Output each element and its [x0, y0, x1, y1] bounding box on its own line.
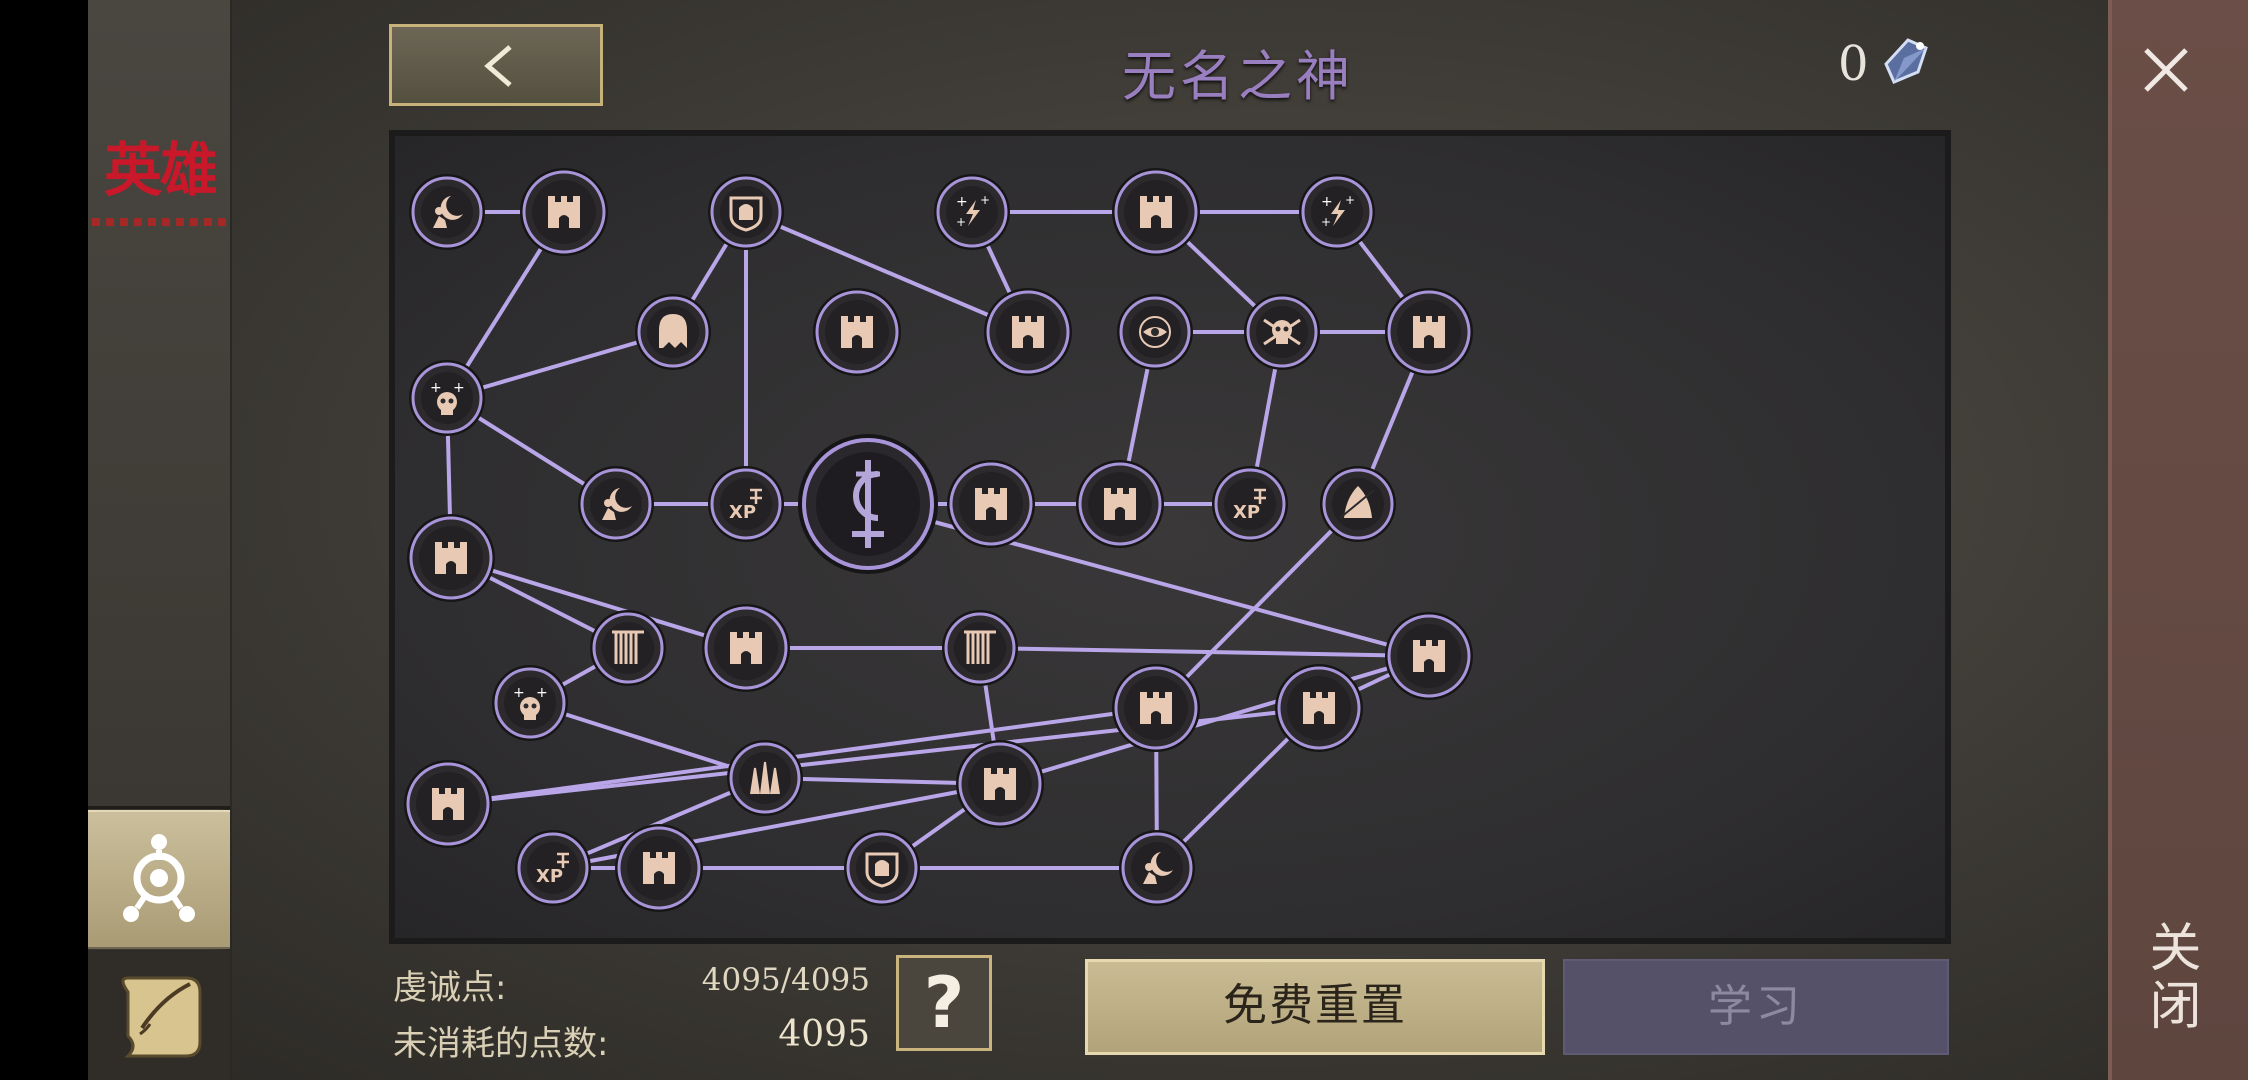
talent-node-rain-curtain-icon[interactable] — [590, 610, 666, 686]
talent-tree-board: + + + + + + + + XP XP + + XP — [389, 130, 1951, 944]
talent-node-moon-figure-icon[interactable] — [409, 174, 485, 250]
talent-node-claw-icon[interactable] — [727, 740, 803, 816]
left-sidebar: 英雄 — [88, 0, 232, 1080]
talent-node-castle-icon[interactable] — [404, 760, 492, 848]
back-button[interactable] — [389, 24, 603, 106]
hero-logo-subtext — [92, 218, 226, 226]
chevron-left-icon — [484, 45, 512, 87]
tree-link — [979, 646, 1430, 658]
talent-node-ghost-icon[interactable] — [635, 294, 711, 370]
talent-node-castle-icon[interactable] — [1076, 460, 1164, 548]
svg-text:+: + — [1321, 215, 1331, 229]
svg-text:+: + — [1321, 194, 1333, 210]
game-screen: 英雄 无名之神 0 + + + + + + + + XP XP + + XP 关… — [88, 0, 2248, 1080]
svg-text:+: + — [1345, 193, 1355, 207]
talent-node-castle-icon[interactable] — [984, 288, 1072, 376]
talent-node-moon-figure-icon[interactable] — [1119, 830, 1195, 906]
talent-node-castle-icon[interactable] — [1385, 612, 1473, 700]
talent-node-castle-icon[interactable] — [813, 288, 901, 376]
talent-node-eye-target-icon[interactable] — [1117, 294, 1193, 370]
talent-node-xp-icon[interactable]: XP — [1212, 466, 1288, 542]
crystal-gem-icon — [1884, 38, 1928, 84]
talent-node-hooded-reaper-icon[interactable] — [1320, 466, 1396, 542]
svg-text:+: + — [536, 685, 548, 701]
deity-symbol-icon[interactable] — [798, 434, 938, 574]
piety-value: 4095/4095 — [701, 962, 870, 998]
hero-logo: 英雄 — [103, 136, 218, 204]
help-button[interactable]: ? — [896, 955, 992, 1051]
talent-node-lightning-stars-icon[interactable]: + + + — [934, 174, 1010, 250]
talent-node-castle-icon[interactable] — [1112, 664, 1200, 752]
svg-text:+: + — [453, 380, 465, 396]
talent-node-moon-figure-icon[interactable] — [578, 466, 654, 542]
talent-node-castle-icon[interactable] — [407, 514, 495, 602]
svg-text:+: + — [980, 193, 990, 207]
svg-text:+: + — [430, 380, 442, 396]
unspent-points-label: 未消耗的点数: — [393, 1024, 609, 1064]
talent-node-skull-crossbones-icon[interactable] — [1244, 294, 1320, 370]
talent-node-castle-icon[interactable] — [1112, 168, 1200, 256]
gem-count: 0 — [1838, 36, 1869, 92]
free-reset-button[interactable]: 免费重置 — [1085, 959, 1545, 1055]
talent-node-gate-shield-icon[interactable] — [708, 174, 784, 250]
talent-node-castle-icon[interactable] — [956, 740, 1044, 828]
talent-node-gate-shield-icon[interactable] — [844, 830, 920, 906]
talent-node-castle-icon[interactable] — [1275, 664, 1363, 752]
talent-node-castle-icon[interactable] — [615, 824, 703, 912]
talent-node-skull-plus-icon[interactable]: + + — [409, 360, 485, 436]
svg-text:XP: XP — [536, 866, 563, 887]
piety-label: 虔诚点: — [393, 968, 507, 1008]
unspent-points-value: 4095 — [778, 1014, 870, 1055]
talent-node-castle-icon[interactable] — [702, 604, 790, 692]
talent-node-xp-icon[interactable]: XP — [515, 830, 591, 906]
talent-node-xp-icon[interactable]: XP — [708, 466, 784, 542]
tab-scroll[interactable] — [88, 950, 230, 1080]
trinity-node-icon — [123, 834, 195, 922]
talent-node-skull-plus-icon[interactable]: + + — [492, 665, 568, 741]
svg-text:XP: XP — [729, 502, 756, 523]
page-title: 无名之神 — [1122, 45, 1354, 108]
talent-node-rain-curtain-icon[interactable] — [942, 610, 1018, 686]
close-button[interactable]: 关闭 — [2140, 920, 2208, 1036]
talent-tree: + +++ +++ +XP XP+ +XP — [404, 168, 1473, 912]
svg-text:+: + — [956, 194, 968, 210]
talent-node-castle-icon[interactable] — [1385, 288, 1473, 376]
sidebar-top-panel: 英雄 — [88, 0, 230, 809]
svg-text:+: + — [956, 215, 966, 229]
talent-node-castle-icon[interactable] — [520, 168, 608, 256]
close-icon[interactable] — [2140, 44, 2192, 96]
tab-talent-tree[interactable] — [88, 810, 230, 949]
learn-button[interactable]: 学习 — [1563, 959, 1949, 1055]
scroll-quill-icon — [121, 976, 202, 1058]
right-panel: 关闭 — [2108, 0, 2248, 1080]
talent-node-lightning-stars-icon[interactable]: + + + — [1299, 174, 1375, 250]
talent-node-castle-icon[interactable] — [947, 460, 1035, 548]
tree-nodes: + +++ +++ +XP XP+ +XP — [404, 168, 1473, 912]
svg-text:XP: XP — [1233, 502, 1260, 523]
svg-text:+: + — [513, 685, 525, 701]
